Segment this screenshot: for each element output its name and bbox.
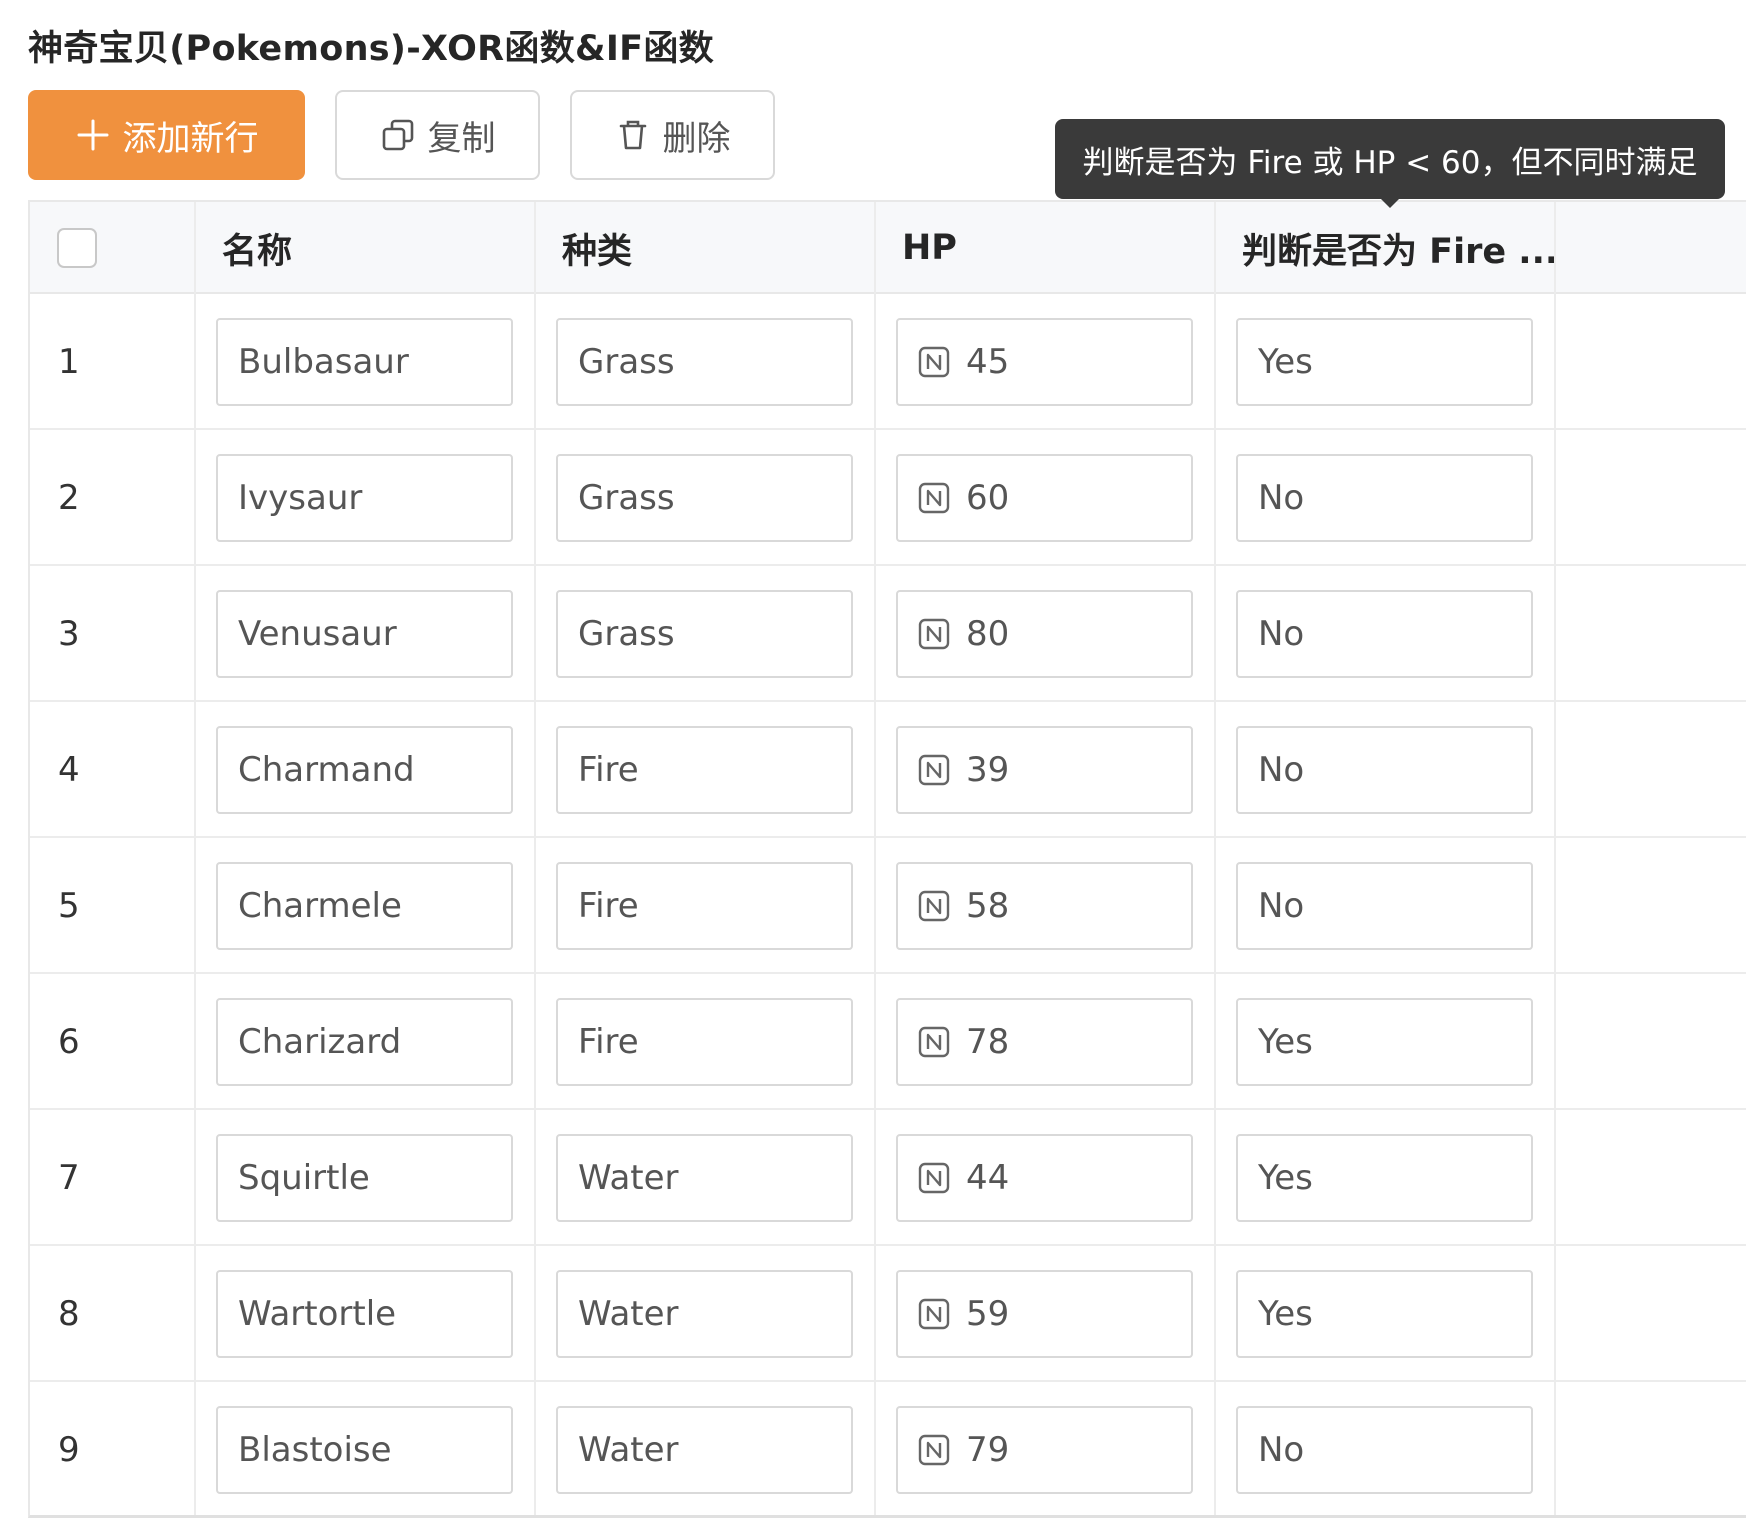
table-row: 2 Ivysaur Grass 60 No — [30, 430, 1746, 566]
hp-value: 60 — [966, 478, 1010, 518]
delete-button[interactable]: 删除 — [570, 90, 775, 180]
select-all-checkbox[interactable] — [57, 228, 97, 268]
type-cell-input[interactable]: Fire — [556, 726, 853, 814]
column-divider — [194, 202, 196, 1515]
name-cell-input[interactable]: Blastoise — [216, 1406, 513, 1494]
number-type-icon — [918, 618, 950, 650]
copy-label: 复制 — [427, 118, 496, 159]
trash-icon — [615, 117, 651, 153]
copy-icon — [380, 117, 416, 153]
plus-icon — [75, 117, 111, 153]
column-header-result[interactable]: 判断是否为 Fire ... — [1242, 202, 1558, 294]
hp-cell-input[interactable]: 78 — [896, 998, 1193, 1086]
table-row: 5 Charmele Fire 58 No — [30, 838, 1746, 974]
type-cell-input[interactable]: Water — [556, 1406, 853, 1494]
page-title: 神奇宝贝(Pokemons)-XOR函数&IF函数 — [28, 29, 714, 69]
hp-value: 44 — [966, 1158, 1010, 1198]
table-row: 6 Charizard Fire 78 Yes — [30, 974, 1746, 1110]
row-number: 8 — [58, 1294, 80, 1334]
type-cell-input[interactable]: Water — [556, 1270, 853, 1358]
hp-value: 59 — [966, 1294, 1010, 1334]
hp-cell-input[interactable]: 59 — [896, 1270, 1193, 1358]
result-cell-input[interactable]: No — [1236, 862, 1533, 950]
row-number: 7 — [58, 1158, 80, 1198]
hp-cell-input[interactable]: 39 — [896, 726, 1193, 814]
number-type-icon — [918, 482, 950, 514]
number-type-icon — [918, 1026, 950, 1058]
hp-cell-input[interactable]: 79 — [896, 1406, 1193, 1494]
hp-cell-input[interactable]: 58 — [896, 862, 1193, 950]
column-header-tooltip: 判断是否为 Fire 或 HP < 60，但不同时满足 — [1055, 119, 1725, 199]
number-type-icon — [918, 754, 950, 786]
number-type-icon — [918, 346, 950, 378]
row-number: 6 — [58, 1022, 80, 1062]
table-row: 7 Squirtle Water 44 Yes — [30, 1110, 1746, 1246]
result-cell-input[interactable]: No — [1236, 590, 1533, 678]
name-cell-input[interactable]: Venusaur — [216, 590, 513, 678]
type-cell-input[interactable]: Fire — [556, 862, 853, 950]
hp-cell-input[interactable]: 44 — [896, 1134, 1193, 1222]
row-number: 9 — [58, 1430, 80, 1470]
row-number: 1 — [58, 342, 80, 382]
name-cell-input[interactable]: Charizard — [216, 998, 513, 1086]
hp-value: 78 — [966, 1022, 1010, 1062]
result-cell-input[interactable]: Yes — [1236, 1270, 1533, 1358]
type-cell-input[interactable]: Water — [556, 1134, 853, 1222]
type-cell-input[interactable]: Grass — [556, 590, 853, 678]
name-cell-input[interactable]: Wartortle — [216, 1270, 513, 1358]
row-number: 5 — [58, 886, 80, 926]
hp-value: 79 — [966, 1430, 1010, 1470]
hp-value: 45 — [966, 342, 1010, 382]
column-divider — [534, 202, 536, 1515]
hp-value: 58 — [966, 886, 1010, 926]
name-cell-input[interactable]: Bulbasaur — [216, 318, 513, 406]
row-number: 3 — [58, 614, 80, 654]
hp-cell-input[interactable]: 80 — [896, 590, 1193, 678]
result-cell-input[interactable]: Yes — [1236, 1134, 1533, 1222]
result-cell-input[interactable]: No — [1236, 726, 1533, 814]
table-row: 4 Charmand Fire 39 No — [30, 702, 1746, 838]
table-row: 3 Venusaur Grass 80 No — [30, 566, 1746, 702]
hp-cell-input[interactable]: 60 — [896, 454, 1193, 542]
column-divider — [1554, 202, 1556, 1515]
hp-value: 80 — [966, 614, 1010, 654]
column-header-hp[interactable]: HP — [902, 202, 957, 294]
number-type-icon — [918, 1298, 950, 1330]
column-header-type[interactable]: 种类 — [562, 202, 632, 294]
row-number: 4 — [58, 750, 80, 790]
add-row-label: 添加新行 — [122, 118, 259, 159]
type-cell-input[interactable]: Grass — [556, 318, 853, 406]
tooltip-arrow — [1380, 198, 1400, 208]
type-cell-input[interactable]: Fire — [556, 998, 853, 1086]
result-cell-input[interactable]: Yes — [1236, 318, 1533, 406]
result-cell-input[interactable]: No — [1236, 1406, 1533, 1494]
number-type-icon — [918, 890, 950, 922]
result-cell-input[interactable]: Yes — [1236, 998, 1533, 1086]
type-cell-input[interactable]: Grass — [556, 454, 853, 542]
number-type-icon — [918, 1434, 950, 1466]
copy-button[interactable]: 复制 — [335, 90, 540, 180]
delete-label: 删除 — [662, 118, 731, 159]
name-cell-input[interactable]: Squirtle — [216, 1134, 513, 1222]
table-header-row: 名称 种类 HP 判断是否为 Fire ... — [30, 202, 1746, 294]
row-number: 2 — [58, 478, 80, 518]
column-divider — [874, 202, 876, 1515]
hp-cell-input[interactable]: 45 — [896, 318, 1193, 406]
number-type-icon — [918, 1162, 950, 1194]
name-cell-input[interactable]: Ivysaur — [216, 454, 513, 542]
add-row-button[interactable]: 添加新行 — [28, 90, 305, 180]
table-row: 8 Wartortle Water 59 Yes — [30, 1246, 1746, 1382]
data-grid: 名称 种类 HP 判断是否为 Fire ... 1 Bulbasaur Grass 4… — [28, 200, 1746, 1518]
column-divider — [1214, 202, 1216, 1515]
name-cell-input[interactable]: Charmand — [216, 726, 513, 814]
name-cell-input[interactable]: Charmele — [216, 862, 513, 950]
result-cell-input[interactable]: No — [1236, 454, 1533, 542]
column-header-name[interactable]: 名称 — [222, 202, 292, 294]
table-row: 9 Blastoise Water 79 No — [30, 1382, 1746, 1518]
hp-value: 39 — [966, 750, 1010, 790]
table-row: 1 Bulbasaur Grass 45 Yes — [30, 294, 1746, 430]
